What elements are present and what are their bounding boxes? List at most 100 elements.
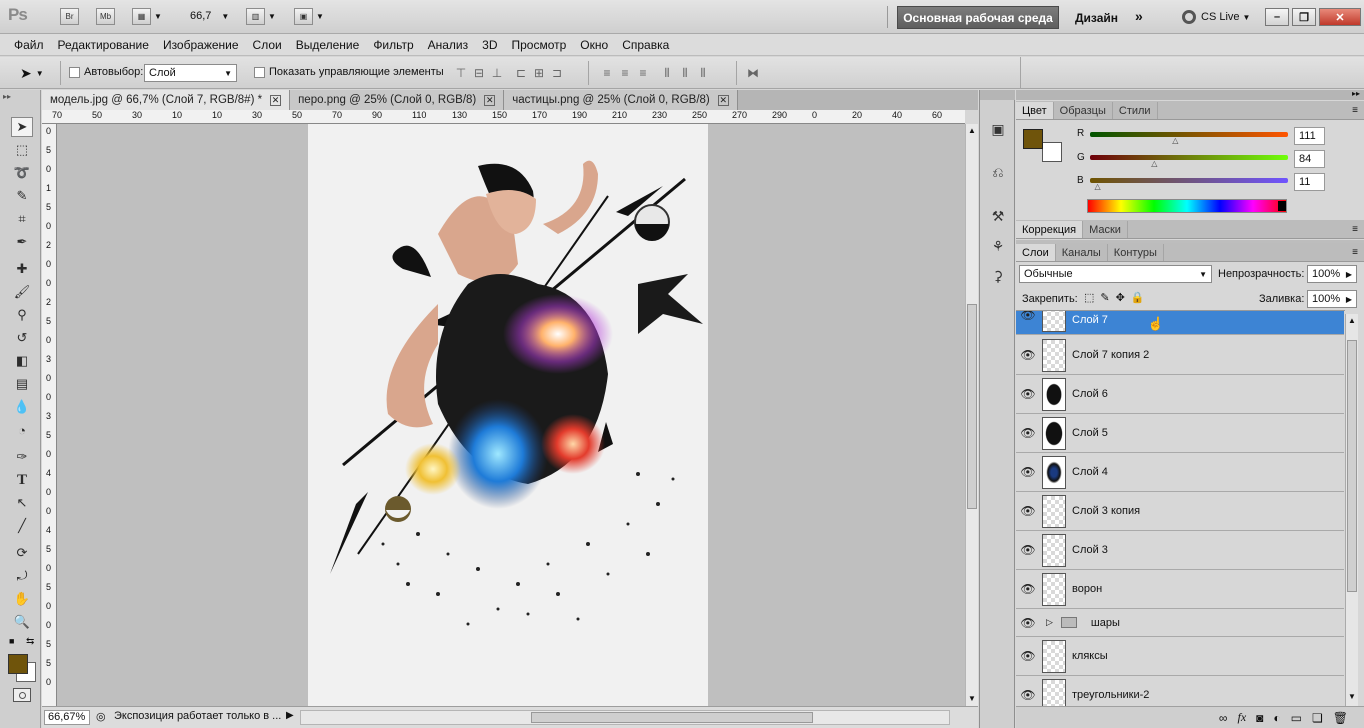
- history-brush-tool-icon[interactable]: ↺: [11, 328, 33, 348]
- layer-visibility-eye-icon[interactable]: 👁: [1016, 426, 1040, 440]
- blur-tool-icon[interactable]: 💧: [11, 397, 33, 417]
- arrange-documents-dropdown[interactable]: ▥ ▼: [246, 8, 276, 25]
- distribute-right-icon[interactable]: ⦀: [694, 65, 712, 81]
- menu-analysis[interactable]: Анализ: [428, 38, 469, 52]
- tab-swatches[interactable]: Образцы: [1054, 102, 1113, 119]
- 3d-orbit-tool-icon[interactable]: ⤾: [11, 566, 33, 586]
- new-group-icon[interactable]: ▭: [1291, 711, 1302, 725]
- close-tab-icon[interactable]: ✕: [484, 94, 496, 106]
- swap-colors-icon[interactable]: ⇆: [26, 636, 34, 647]
- layer-visibility-eye-icon[interactable]: 👁: [1016, 348, 1040, 362]
- red-value-field[interactable]: 111: [1294, 127, 1325, 145]
- cslive-button[interactable]: CS Live ▼: [1182, 10, 1250, 24]
- layer-visibility-eye-icon[interactable]: 👁: [1016, 582, 1040, 596]
- document-canvas-artwork[interactable]: [308, 124, 708, 706]
- new-layer-icon[interactable]: ❏: [1312, 711, 1323, 725]
- autoselect-target-select[interactable]: Слой ▼: [144, 64, 237, 82]
- tab-masks[interactable]: Маски: [1083, 221, 1128, 238]
- scrollbar-thumb[interactable]: [531, 712, 813, 723]
- layer-visibility-eye-icon[interactable]: 👁: [1016, 688, 1040, 702]
- close-tab-icon[interactable]: ✕: [270, 94, 282, 106]
- layer-row[interactable]: 👁 Слой 3: [1016, 531, 1344, 570]
- close-tab-icon[interactable]: ✕: [717, 94, 729, 106]
- distribute-hcenter-icon[interactable]: ⦀: [676, 65, 694, 81]
- blue-slider-thumb[interactable]: △: [1095, 182, 1101, 191]
- bridge-button[interactable]: Br: [60, 8, 79, 25]
- layer-row[interactable]: 👁 Слой 3 копия: [1016, 492, 1344, 531]
- layer-row[interactable]: 👁 ворон: [1016, 570, 1344, 609]
- lock-all-icon[interactable]: 🔒: [1131, 291, 1145, 304]
- clone-source-panel-icon[interactable]: ⚳: [988, 266, 1008, 286]
- zoom-level-dropdown[interactable]: 66,7 ▼: [190, 10, 229, 22]
- layer-visibility-eye-icon[interactable]: 👁: [1016, 543, 1040, 557]
- tab-paths[interactable]: Контуры: [1108, 244, 1164, 261]
- close-button[interactable]: ✕: [1319, 8, 1361, 26]
- auto-align-layers-icon[interactable]: ⧓: [744, 65, 762, 81]
- menu-window[interactable]: Окно: [580, 38, 608, 52]
- workspace-overflow-button[interactable]: »: [1135, 8, 1143, 24]
- expand-group-icon[interactable]: ▷: [1046, 617, 1053, 628]
- distribute-vcenter-icon[interactable]: ≡: [616, 65, 634, 81]
- layer-visibility-eye-icon[interactable]: 👁: [1016, 387, 1040, 401]
- distribute-left-icon[interactable]: ⦀: [658, 65, 676, 81]
- gradient-tool-icon[interactable]: ▤: [11, 374, 33, 394]
- menu-select[interactable]: Выделение: [296, 38, 360, 52]
- document-tab-model[interactable]: модель.jpg @ 66,7% (Слой 7, RGB/8#) * ✕: [42, 90, 291, 110]
- scroll-down-icon[interactable]: ▼: [968, 694, 976, 703]
- foreground-color-swatch[interactable]: [8, 654, 28, 674]
- distribute-top-icon[interactable]: ≡: [598, 65, 616, 81]
- layer-row[interactable]: 👁 треугольники-2: [1016, 676, 1344, 706]
- blend-mode-select[interactable]: Обычные ▼: [1019, 265, 1212, 283]
- layer-row[interactable]: 👁 Слой 7 ☝: [1016, 311, 1344, 335]
- lasso-tool-icon[interactable]: ➰: [11, 163, 33, 183]
- menu-help[interactable]: Справка: [622, 38, 669, 52]
- red-slider-thumb[interactable]: △: [1172, 136, 1178, 145]
- blue-slider[interactable]: [1090, 178, 1288, 183]
- menu-3d[interactable]: 3D: [482, 38, 497, 52]
- distribute-bottom-icon[interactable]: ≡: [634, 65, 652, 81]
- show-transform-controls-checkbox[interactable]: Показать управляющие элементы: [254, 66, 444, 78]
- spectrum-black-swatch[interactable]: [1278, 201, 1286, 211]
- vertical-scrollbar[interactable]: ▲ ▼: [965, 124, 978, 706]
- align-top-icon[interactable]: ⊤: [452, 65, 470, 81]
- menu-image[interactable]: Изображение: [163, 38, 239, 52]
- layer-style-fx-icon[interactable]: fx: [1237, 710, 1246, 725]
- blue-value-field[interactable]: 11: [1294, 173, 1325, 191]
- align-bottom-icon[interactable]: ⊥: [488, 65, 506, 81]
- type-tool-icon[interactable]: T: [11, 470, 33, 490]
- horizontal-scrollbar[interactable]: [300, 710, 950, 725]
- lock-transparency-icon[interactable]: ⬚: [1084, 291, 1094, 304]
- panel-menu-icon[interactable]: ≡: [1352, 247, 1358, 258]
- menu-filter[interactable]: Фильтр: [373, 38, 413, 52]
- pen-tool-icon[interactable]: ✑: [11, 447, 33, 467]
- menu-edit[interactable]: Редактирование: [58, 38, 149, 52]
- delete-layer-icon[interactable]: 🗑: [1333, 711, 1348, 725]
- layer-row[interactable]: 👁 Слой 5: [1016, 414, 1344, 453]
- green-slider-thumb[interactable]: △: [1151, 159, 1157, 168]
- link-layers-icon[interactable]: ∞: [1219, 711, 1228, 725]
- layer-row[interactable]: 👁 Слой 4: [1016, 453, 1344, 492]
- tab-styles[interactable]: Стили: [1113, 102, 1158, 119]
- document-tab-feather[interactable]: перо.png @ 25% (Слой 0, RGB/8) ✕: [290, 90, 505, 110]
- tool-preset-picker[interactable]: ➤ ▼: [20, 65, 44, 82]
- tab-adjustments[interactable]: Коррекция: [1016, 221, 1084, 238]
- 3d-rotate-tool-icon[interactable]: ⟳: [11, 543, 33, 563]
- tab-layers[interactable]: Слои: [1016, 244, 1056, 261]
- layer-group-row[interactable]: 👁 ▷ шары: [1016, 609, 1344, 637]
- autoselect-checkbox[interactable]: Автовыбор:: [69, 66, 143, 78]
- panel-menu-icon[interactable]: ≡: [1352, 224, 1358, 235]
- eraser-tool-icon[interactable]: ◧: [11, 351, 33, 371]
- green-slider[interactable]: [1090, 155, 1288, 160]
- lock-image-icon[interactable]: ✎: [1100, 291, 1109, 304]
- fill-field[interactable]: 100% ▶: [1307, 290, 1357, 308]
- workspace-essentials-button[interactable]: Основная рабочая среда: [897, 6, 1059, 29]
- menu-layer[interactable]: Слои: [253, 38, 282, 52]
- layer-visibility-eye-icon[interactable]: 👁: [1016, 616, 1040, 630]
- status-menu-arrow-icon[interactable]: ▶: [286, 710, 294, 721]
- quick-mask-button[interactable]: [13, 688, 31, 702]
- brush-panel-icon[interactable]: ⚘: [988, 236, 1008, 256]
- scroll-up-icon[interactable]: ▲: [1348, 316, 1356, 325]
- hand-tool-icon[interactable]: ✋: [11, 589, 33, 609]
- opacity-field[interactable]: 100% ▶: [1307, 265, 1357, 283]
- menu-view[interactable]: Просмотр: [511, 38, 566, 52]
